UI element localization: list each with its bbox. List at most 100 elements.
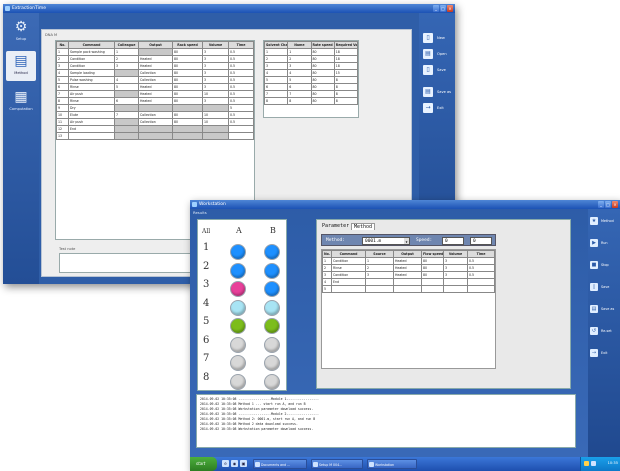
table-cell[interactable] [172,125,203,133]
table-row[interactable]: 6 Rinse 5 Heated 80 3 0.5 [56,83,254,91]
table-cell[interactable]: 2 [287,55,312,63]
nav-item-computation[interactable]: ▦ Computation [6,87,36,117]
sample-well-b8[interactable] [264,373,280,390]
table-row[interactable]: 9 Dry 5 [56,104,254,112]
table-cell[interactable]: 12 [56,125,69,133]
table-cell[interactable]: 80 [172,48,203,56]
table-cell[interactable] [114,104,139,112]
table-cell[interactable]: 5 [322,285,332,293]
quick-launch-icon[interactable]: e [222,460,229,467]
table-cell[interactable]: Collection [138,118,173,126]
table-cell[interactable] [331,285,366,293]
table-cell[interactable]: 3 [202,76,229,84]
sample-well-b5[interactable] [264,318,280,334]
table-cell[interactable]: 0.5 [228,97,254,105]
table-cell[interactable]: 4 [287,69,312,77]
table-cell[interactable]: Rinse [68,97,115,105]
table-cell[interactable]: 1 [287,48,312,56]
table-cell[interactable]: 6 [263,83,289,91]
table-cell[interactable]: 3 [202,97,229,105]
column-header[interactable]: Output [138,41,173,49]
sample-well-b4[interactable] [264,299,280,316]
table-row[interactable]: 12 End [56,125,254,133]
table-cell[interactable]: 1 [365,257,394,265]
table-cell[interactable] [202,132,229,140]
table-cell[interactable]: 8 [333,90,359,98]
table-cell[interactable]: 3 [202,83,229,91]
command-table[interactable]: No. Command Colleague Output Rack speed Volum… [56,41,254,140]
new-button[interactable]: ▯ New [421,31,454,45]
table-cell[interactable]: 0.5 [228,118,254,126]
table-cell[interactable]: 8 [263,97,289,105]
table-cell[interactable]: Heated [393,257,422,265]
sample-well-b1[interactable] [264,244,280,260]
table-cell[interactable]: 10 [202,111,229,119]
table-cell[interactable]: 80 [421,264,444,272]
table-cell[interactable]: 3 [263,62,289,70]
taskbar-item[interactable]: Setup M 004... [311,459,363,469]
table-cell[interactable]: Heated [393,271,422,279]
play-button[interactable]: ▶ Run [589,237,620,249]
column-header[interactable]: No. [56,41,69,49]
sample-well-a8[interactable] [230,373,246,390]
table-row[interactable]: 5 Pulse washing 4 Collection 80 3 0.5 [56,76,254,84]
column-header[interactable]: Time [467,250,495,258]
table-cell[interactable]: 6 [287,83,312,91]
table-cell[interactable]: 18 [333,55,359,63]
title-bar[interactable]: Workstation _ □ × [190,200,620,209]
save-button[interactable]: ▯ Save [421,63,454,77]
table-cell[interactable]: 15 [333,69,359,77]
table-cell[interactable]: 80 [172,118,203,126]
table-row[interactable]: 4 End [322,278,495,286]
table-cell[interactable]: 5 [114,83,139,91]
sample-well-a2[interactable] [230,262,246,279]
open-button[interactable]: ▤ Open [421,47,454,61]
table-cell[interactable]: 10 [202,118,229,126]
table-cell[interactable]: 8 [287,97,312,105]
table-cell[interactable]: 5 [263,76,289,84]
sample-well-a4[interactable] [230,299,246,316]
table-cell[interactable]: 3 [202,69,229,77]
quick-launch-icon[interactable]: ◉ [231,460,238,467]
save-as-button[interactable]: ▤ Save as [421,85,454,99]
table-cell[interactable] [138,132,173,140]
table-cell[interactable]: Air push [68,118,115,126]
tab-method[interactable]: Method [351,223,376,230]
table-cell[interactable]: 3 [443,271,468,279]
table-row[interactable]: 3 Condition 3 Heated 80 3 0.5 [56,62,254,70]
table-cell[interactable]: 80 [172,90,203,98]
table-cell[interactable]: Condition [68,55,115,63]
maximize-button[interactable]: □ [440,5,446,12]
close-button[interactable]: × [447,5,453,12]
table-cell[interactable]: Rinse [331,264,366,272]
table-cell[interactable] [138,104,173,112]
table-row[interactable]: 7 7 80 8 [263,90,359,98]
table-cell[interactable]: 5 [287,76,312,84]
save-button[interactable]: ▯ Save [589,281,620,293]
table-row[interactable]: 5 [322,285,495,293]
table-cell[interactable]: 7 [56,90,69,98]
table-cell[interactable]: 0.5 [467,271,495,279]
table-cell[interactable]: Heated [138,62,173,70]
table-cell[interactable]: 3 [202,48,229,56]
table-cell[interactable] [138,48,173,56]
tray-row-label[interactable]: 8 [203,372,209,383]
table-cell[interactable] [393,278,422,286]
table-cell[interactable]: 80 [172,111,203,119]
minimize-button[interactable]: _ [433,5,439,12]
table-cell[interactable]: 0.5 [228,69,254,77]
tray-row-label[interactable]: 5 [203,316,209,327]
table-cell[interactable]: Condition [331,257,366,265]
table-cell[interactable]: 1 [114,48,139,56]
reset-button[interactable]: ↺ Re-set [589,325,620,337]
table-cell[interactable] [443,285,468,293]
column-header[interactable]: Volume [443,250,468,258]
column-header[interactable]: Output [393,250,422,258]
table-cell[interactable]: End [68,125,115,133]
table-row[interactable]: 1 Sample pack washing 1 80 3 0.5 [56,48,254,56]
table-cell[interactable] [68,132,115,140]
table-cell[interactable]: Collection [138,76,173,84]
table-cell[interactable]: 18 [333,62,359,70]
table-cell[interactable] [467,278,495,286]
sample-well-a7[interactable] [230,355,246,371]
